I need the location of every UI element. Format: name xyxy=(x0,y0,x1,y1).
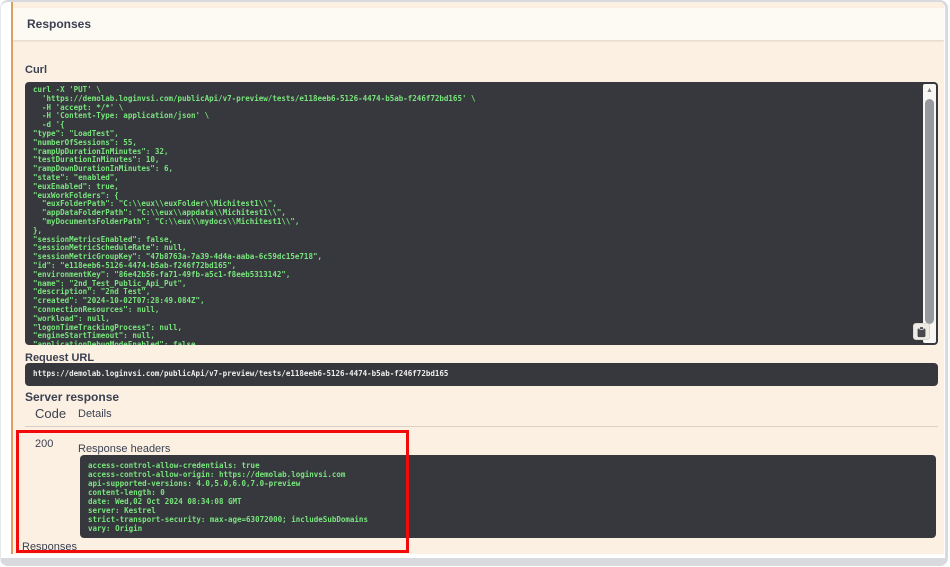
responses-footer-label: Responses xyxy=(22,541,77,553)
response-headers-label: Response headers xyxy=(78,443,170,455)
code-column-header: Code xyxy=(35,406,66,421)
details-column-header: Details xyxy=(78,408,112,420)
curl-label: Curl xyxy=(25,64,47,76)
responses-section-title: Responses xyxy=(27,17,91,31)
response-headers-text: access-control-allow-credentials: true a… xyxy=(80,455,936,538)
request-url-block: https://demolab.loginvsi.com/publicApi/v… xyxy=(25,363,938,386)
swagger-responses-page: Responses Curl curl -X 'PUT' \ 'https://… xyxy=(0,0,950,567)
responses-section-header: Responses xyxy=(13,8,944,40)
curl-scrollbar[interactable]: ▲ xyxy=(923,84,936,343)
server-response-title: Server response xyxy=(25,390,119,404)
copy-to-clipboard-button[interactable] xyxy=(913,323,930,340)
put-opblock: Responses Curl curl -X 'PUT' \ 'https://… xyxy=(11,2,944,554)
table-header-divider xyxy=(25,426,938,427)
curl-code-block[interactable]: curl -X 'PUT' \ 'https://demolab.loginvs… xyxy=(25,82,938,345)
response-headers-block: access-control-allow-credentials: true a… xyxy=(80,455,936,538)
clipboard-icon xyxy=(916,326,927,338)
request-url-value: https://demolab.loginvsi.com/publicApi/v… xyxy=(25,363,938,383)
curl-scrollbar-thumb[interactable] xyxy=(925,99,934,324)
scroll-up-arrow-icon[interactable]: ▲ xyxy=(923,85,936,96)
response-code-value: 200 xyxy=(35,438,53,450)
curl-command-text: curl -X 'PUT' \ 'https://demolab.loginvs… xyxy=(25,82,938,345)
